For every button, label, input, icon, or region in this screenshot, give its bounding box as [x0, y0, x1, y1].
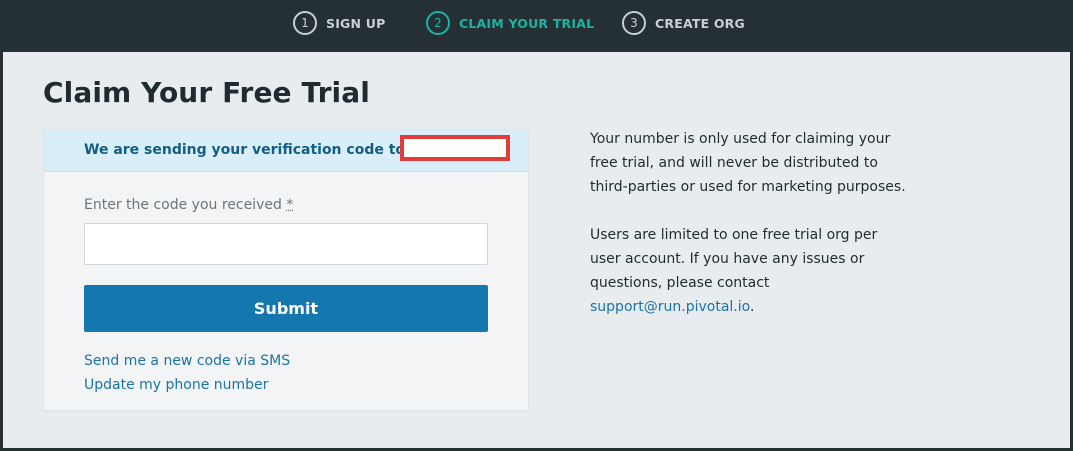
trial-limit-text: Users are limited to one free trial org … — [590, 227, 878, 291]
verification-card: We are sending your verification code to… — [43, 129, 529, 411]
step-number-badge: 1 — [293, 11, 317, 35]
redacted-phone-number — [400, 135, 510, 161]
trial-limit-info: Users are limited to one free trial org … — [590, 223, 910, 319]
step-number-badge: 2 — [426, 11, 450, 35]
submit-button[interactable]: Submit — [84, 285, 488, 332]
step-progress-bar: 1 SIGN UP 2 CLAIM YOUR TRIAL 3 CREATE OR… — [0, 0, 1073, 52]
step-label: SIGN UP — [326, 15, 386, 31]
resend-code-sms-link[interactable]: Send me a new code via SMS — [84, 353, 290, 369]
code-field-label: Enter the code you received * — [84, 197, 293, 213]
code-label-text: Enter the code you received — [84, 197, 282, 213]
trial-limit-suffix: . — [749, 299, 755, 315]
main-content: Claim Your Free Trial We are sending you… — [3, 52, 1070, 448]
step-sign-up[interactable]: 1 SIGN UP — [293, 10, 385, 36]
privacy-info-text: Your number is only used for claiming yo… — [590, 131, 906, 195]
verification-notice: We are sending your verification code to… — [44, 130, 528, 172]
support-email-link[interactable]: support@run.pivotal.io — [590, 299, 750, 315]
step-number-badge: 3 — [622, 11, 646, 35]
required-marker: * — [286, 197, 294, 213]
verification-code-input[interactable] — [84, 223, 488, 265]
step-label: CREATE ORG — [655, 15, 745, 31]
step-create-org[interactable]: 3 CREATE ORG — [622, 10, 745, 36]
step-claim-your-trial[interactable]: 2 CLAIM YOUR TRIAL — [426, 10, 594, 36]
page-title: Claim Your Free Trial — [43, 76, 370, 109]
update-phone-number-link[interactable]: Update my phone number — [84, 377, 268, 393]
step-label: CLAIM YOUR TRIAL — [459, 15, 595, 31]
